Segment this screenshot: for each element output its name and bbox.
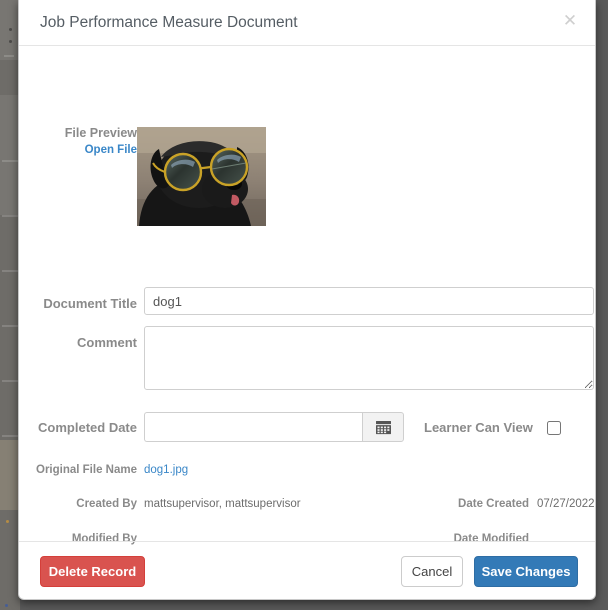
date-created-label: Date Created bbox=[458, 498, 529, 510]
open-file-link[interactable]: Open File bbox=[19, 144, 137, 156]
file-preview-label: File Preview bbox=[64, 126, 137, 140]
delete-record-button[interactable]: Delete Record bbox=[40, 556, 145, 587]
document-title-label: Document Title bbox=[43, 296, 137, 311]
dialog-title: Job Performance Measure Document bbox=[40, 14, 298, 31]
comment-label: Comment bbox=[77, 335, 137, 350]
calendar-icon[interactable] bbox=[362, 412, 404, 442]
job-performance-measure-document-dialog: Job Performance Measure Document ✕ File … bbox=[18, 0, 596, 600]
file-preview-image[interactable] bbox=[137, 127, 266, 226]
completed-date-label: Completed Date bbox=[38, 420, 137, 435]
dialog-header: Job Performance Measure Document ✕ bbox=[19, 0, 595, 46]
comment-textarea[interactable] bbox=[144, 326, 594, 390]
original-file-name-label: Original File Name bbox=[36, 464, 137, 476]
save-changes-button[interactable]: Save Changes bbox=[474, 556, 578, 587]
document-title-input[interactable] bbox=[144, 287, 594, 315]
original-file-name-link[interactable]: dog1.jpg bbox=[144, 464, 188, 476]
cancel-button[interactable]: Cancel bbox=[401, 556, 463, 587]
date-created-value: 07/27/2022 bbox=[537, 498, 595, 510]
completed-date-input[interactable] bbox=[144, 412, 362, 442]
created-by-value: mattsupervisor, mattsupervisor bbox=[144, 498, 301, 510]
created-by-label: Created By bbox=[76, 498, 137, 510]
dialog-footer: Delete Record Cancel Save Changes bbox=[19, 541, 595, 599]
completed-date-group bbox=[144, 412, 404, 442]
learner-can-view-checkbox[interactable] bbox=[547, 421, 561, 435]
learner-can-view-label: Learner Can View bbox=[424, 420, 533, 435]
page-backdrop bbox=[0, 0, 20, 610]
close-icon[interactable]: ✕ bbox=[559, 10, 581, 32]
dialog-body: File Preview Open File Document Title do… bbox=[19, 46, 595, 545]
